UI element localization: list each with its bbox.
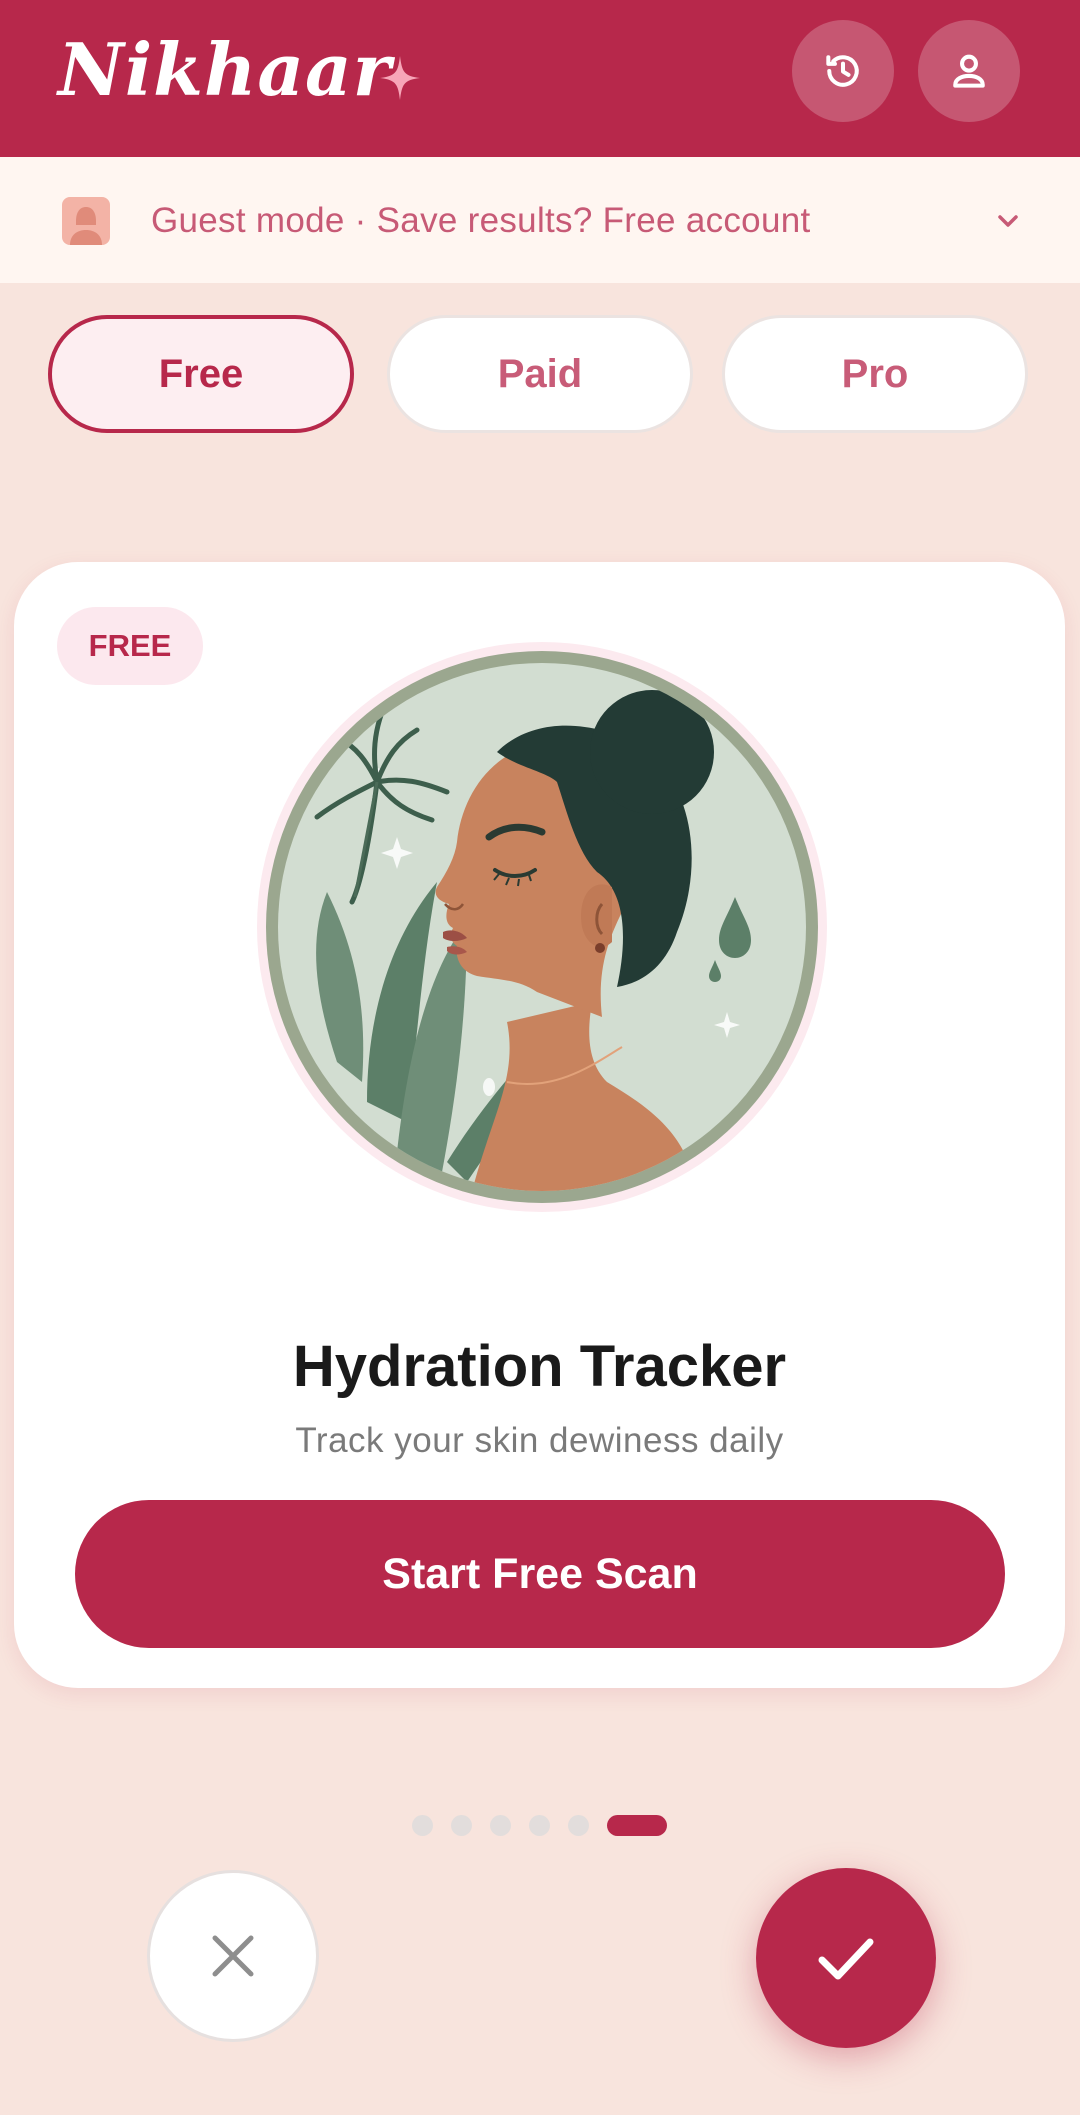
- tab-free[interactable]: Free: [48, 315, 354, 433]
- guest-mode-banner[interactable]: Guest mode · Save results? Free account: [0, 157, 1080, 283]
- tab-pro[interactable]: Pro: [722, 315, 1028, 433]
- pager-dot-active[interactable]: [607, 1815, 667, 1836]
- close-icon: [212, 1935, 254, 1977]
- app-logo: Nikhaar: [58, 27, 392, 112]
- pager-dot[interactable]: [490, 1815, 511, 1836]
- accept-button[interactable]: [756, 1868, 936, 2048]
- pager-dot[interactable]: [412, 1815, 433, 1836]
- check-icon: [818, 1938, 874, 1980]
- guest-mode-text: Guest mode · Save results? Free account: [151, 201, 811, 240]
- profile-button[interactable]: [918, 20, 1020, 122]
- app-header: Nikhaar: [0, 0, 1080, 157]
- pager-dots: [0, 1815, 1080, 1837]
- pager-dot[interactable]: [568, 1815, 589, 1836]
- person-icon: [953, 54, 985, 88]
- tier-badge: FREE: [57, 607, 203, 685]
- feature-card: FREE Hydration Tracker Track your skin d…: [14, 562, 1065, 1688]
- sparkle-icon: [380, 56, 420, 100]
- reject-button[interactable]: [147, 1870, 319, 2042]
- woman-profile-illustration: [257, 642, 827, 1212]
- history-button[interactable]: [792, 20, 894, 122]
- start-free-scan-button[interactable]: Start Free Scan: [75, 1500, 1005, 1648]
- card-title: Hydration Tracker: [292, 1334, 787, 1399]
- user-avatar-icon: [62, 197, 110, 245]
- history-icon: [826, 55, 859, 87]
- chevron-down-icon[interactable]: [992, 209, 1024, 233]
- card-subtitle: Track your skin dewiness daily: [295, 1421, 784, 1460]
- pager-dot[interactable]: [529, 1815, 550, 1836]
- pager-dot[interactable]: [451, 1815, 472, 1836]
- tab-paid[interactable]: Paid: [387, 315, 693, 433]
